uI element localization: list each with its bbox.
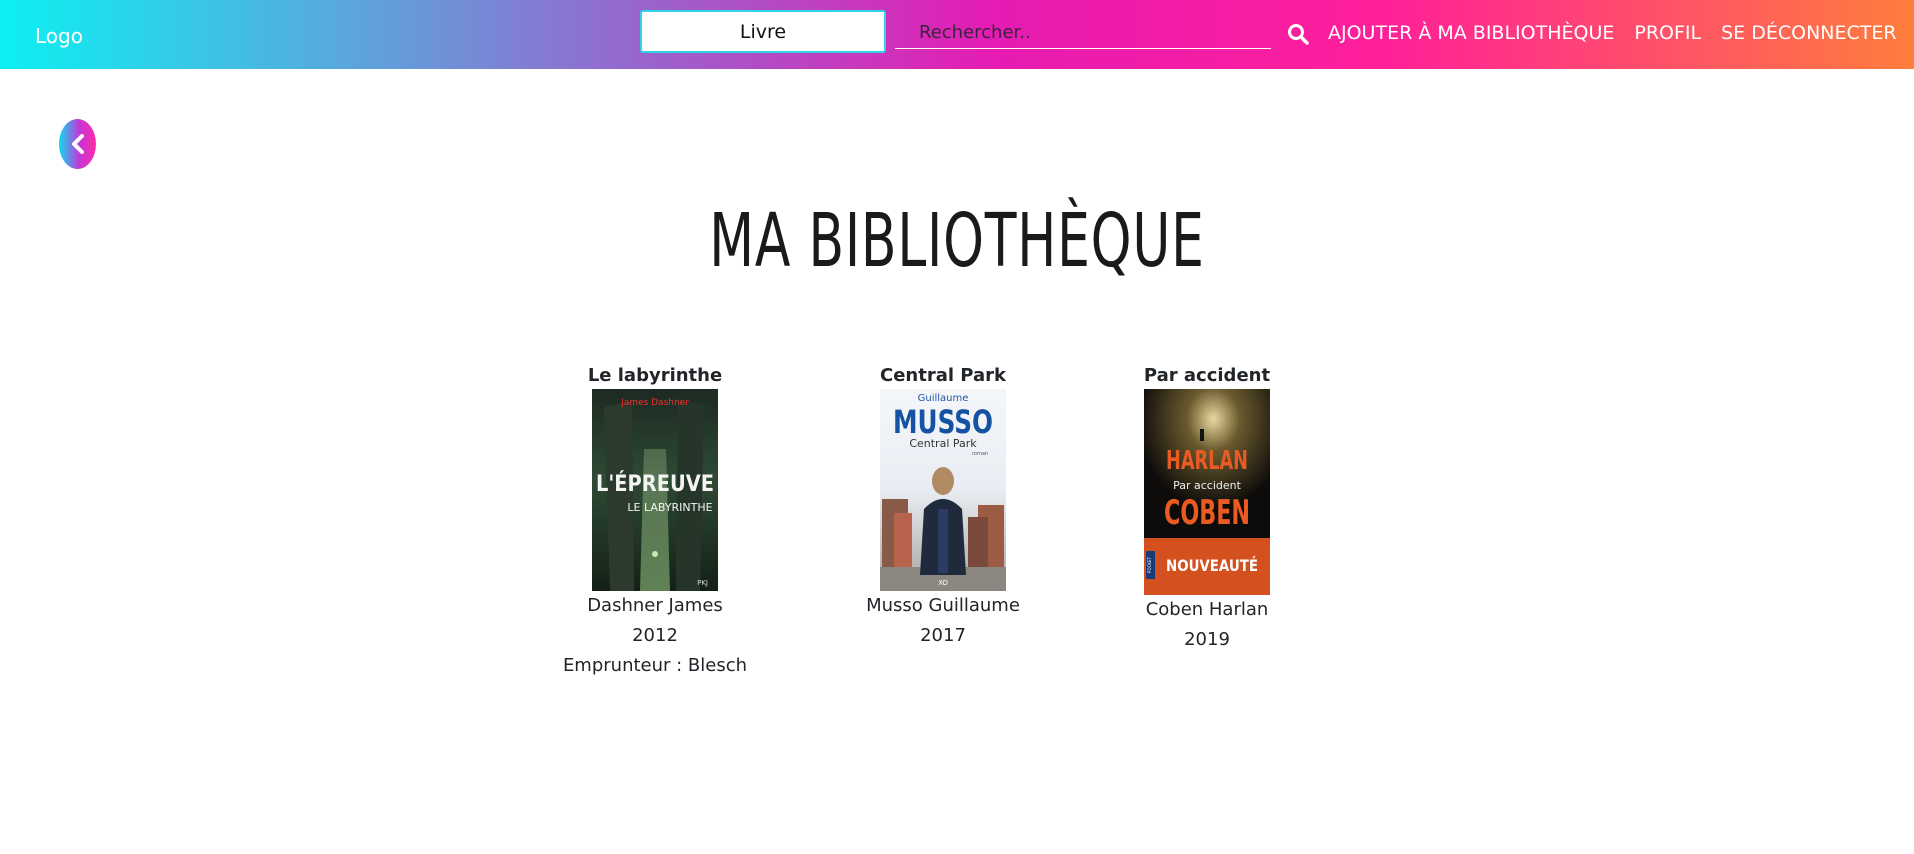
book-borrower: Emprunteur : Blesch <box>562 655 748 676</box>
nav-logout[interactable]: SE DÉCONNECTER <box>1721 22 1896 44</box>
book-card[interactable]: Par accident HARLAN Par accident COBEN P… <box>1057 363 1357 655</box>
chevron-left-icon <box>71 134 84 154</box>
book-card[interactable]: Central Park Guillaume MUSSO Central Par… <box>793 363 1093 651</box>
book-year: 2019 <box>1184 629 1230 650</box>
cover-subtitle: LE LABYRINTHE <box>627 501 712 514</box>
book-cover[interactable]: Guillaume MUSSO Central Park roman XO <box>880 389 1006 591</box>
search-input[interactable] <box>895 16 1271 49</box>
cover-publisher: PKJ <box>697 579 708 587</box>
page-title: MA BIBLIOTHÈQUE <box>709 198 1205 284</box>
cover-tag: roman <box>972 451 988 457</box>
book-title: Central Park <box>880 365 1006 386</box>
search-icon[interactable] <box>1286 22 1310 46</box>
type-select[interactable]: Livre <box>640 10 886 53</box>
nav-links: AJOUTER À MA BIBLIOTHÈQUE PROFIL SE DÉCO… <box>1328 22 1914 44</box>
back-button[interactable] <box>59 119 96 169</box>
nav-add-to-library[interactable]: AJOUTER À MA BIBLIOTHÈQUE <box>1328 22 1614 44</box>
book-title: Le labyrinthe <box>587 365 723 386</box>
book-cover[interactable]: James Dashner L'ÉPREUVE LE LABYRINTHE PK… <box>592 389 718 591</box>
cover-author-first: HARLAN <box>1166 446 1248 476</box>
book-cover[interactable]: HARLAN Par accident COBEN POCKET NOUVEAU… <box>1144 389 1270 595</box>
cover-badge: NOUVEAUTÉ <box>1166 556 1258 575</box>
cover-subtitle: Par accident <box>1173 479 1242 492</box>
book-year: 2012 <box>632 625 678 646</box>
book-year: 2017 <box>920 625 966 646</box>
cover-author-last: COBEN <box>1164 493 1250 533</box>
cover-publisher: XO <box>938 579 948 587</box>
book-author: Dashner James <box>587 595 723 616</box>
type-select-value: Livre <box>739 20 787 43</box>
nav-profile[interactable]: PROFIL <box>1634 22 1701 44</box>
book-card[interactable]: Le labyrinthe James Dashner L'ÉPREUVE LE… <box>505 363 805 681</box>
navbar: Logo Livre AJOUTER À MA BIBLIOTHÈQUE PRO… <box>0 0 1914 69</box>
book-title: Par accident <box>1143 365 1271 386</box>
cover-author-last: MUSSO <box>893 403 993 441</box>
logo-link[interactable]: Logo <box>35 24 83 48</box>
cover-title: L'ÉPREUVE <box>596 471 714 497</box>
book-author: Coben Harlan <box>1145 599 1269 620</box>
cover-subtitle: Central Park <box>909 437 977 450</box>
book-author: Musso Guillaume <box>866 595 1020 616</box>
cover-publisher: POCKET <box>1147 556 1152 573</box>
cover-author: James Dashner <box>620 398 689 408</box>
